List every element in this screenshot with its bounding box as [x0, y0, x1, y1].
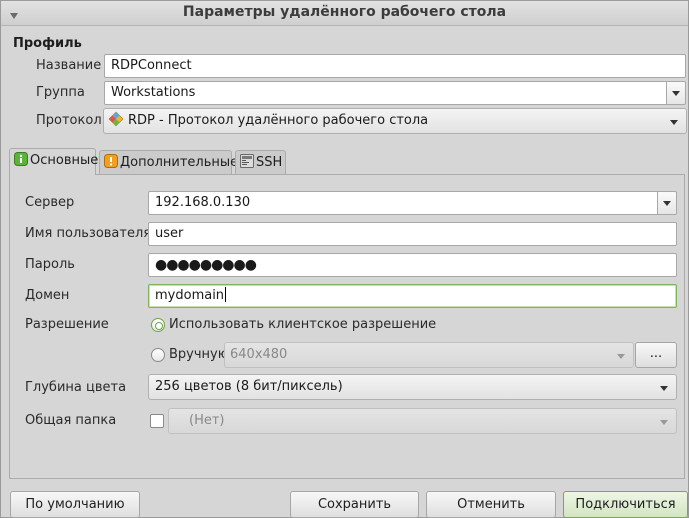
shared-folder-select[interactable]: (Нет)	[168, 408, 677, 434]
text-cursor	[225, 287, 227, 302]
color-depth-select[interactable]: 256 цветов (8 бит/пиксель)	[148, 374, 677, 400]
profile-section-title: Профиль	[13, 36, 82, 51]
protocol-select[interactable]: RDP - Протокол удалённого рабочего стола	[103, 108, 687, 134]
server-value: 192.168.0.130	[155, 195, 251, 210]
tab-ssh-label: SSH	[256, 155, 283, 170]
cancel-button[interactable]: Отменить	[426, 491, 556, 518]
chevron-down-icon	[660, 420, 668, 425]
resolution-client-label[interactable]: Использовать клиентское разрешение	[169, 317, 436, 332]
color-depth-label: Глубина цвета	[25, 380, 127, 395]
chevron-down-icon	[660, 386, 668, 391]
username-label: Имя пользователя	[25, 226, 152, 241]
username-field[interactable]: user	[148, 222, 677, 246]
tab-basic[interactable]: Основные	[9, 148, 99, 175]
info-icon	[14, 151, 28, 166]
tab-advanced[interactable]: Дополнительные	[99, 150, 238, 175]
resolution-manual-value: 640x480	[230, 347, 288, 362]
rdp-protocol-icon	[108, 111, 124, 127]
server-label: Сервер	[25, 195, 75, 210]
chevron-down-icon	[670, 120, 678, 125]
resolution-client-radio[interactable]	[151, 318, 165, 332]
resolution-manual-select[interactable]: 640x480	[224, 342, 634, 368]
group-label: Группа	[36, 85, 85, 100]
chevron-down-icon	[617, 354, 625, 359]
warning-icon	[104, 153, 118, 168]
group-combo[interactable]: Workstations	[104, 81, 686, 105]
group-value: Workstations	[111, 85, 196, 100]
domain-field[interactable]: mydomain	[148, 284, 677, 308]
resolution-more-button[interactable]: ...	[635, 342, 677, 368]
server-combo[interactable]: 192.168.0.130	[148, 191, 677, 215]
username-value: user	[155, 226, 184, 241]
shared-folder-label: Общая папка	[25, 413, 117, 428]
shared-folder-checkbox[interactable]	[150, 414, 164, 428]
tab-ssh[interactable]: SSH	[235, 150, 286, 175]
protocol-label: Протокол	[36, 113, 102, 128]
resolution-label: Разрешение	[25, 317, 109, 332]
name-label: Название	[36, 58, 102, 73]
name-field[interactable]: RDPConnect	[104, 54, 686, 78]
default-button[interactable]: По умолчанию	[10, 491, 140, 518]
server-dropdown-button[interactable]	[657, 192, 676, 214]
domain-label: Домен	[25, 288, 70, 303]
domain-value: mydomain	[155, 288, 225, 303]
password-label: Пароль	[25, 257, 75, 272]
color-depth-value: 256 цветов (8 бит/пиксель)	[155, 379, 343, 394]
resolution-manual-label[interactable]: Вручную	[169, 347, 229, 362]
protocol-value: RDP - Протокол удалённого рабочего стола	[128, 113, 429, 128]
title-bar: Параметры удалённого рабочего стола	[1, 1, 688, 26]
save-button[interactable]: Сохранить	[290, 491, 419, 518]
remote-desktop-settings-window: Параметры удалённого рабочего стола Проф…	[0, 0, 689, 518]
group-dropdown-button[interactable]	[666, 82, 685, 104]
name-value: RDPConnect	[111, 58, 192, 73]
tab-advanced-label: Дополнительные	[120, 155, 239, 170]
shared-folder-value: (Нет)	[189, 413, 225, 428]
password-mask: ●●●●●●●●●	[155, 257, 257, 273]
chevron-down-icon	[672, 91, 680, 96]
window-title: Параметры удалённого рабочего стола	[182, 4, 507, 20]
terminal-icon	[240, 153, 254, 168]
tab-basic-label: Основные	[30, 153, 99, 168]
password-field[interactable]: ●●●●●●●●●	[148, 253, 677, 277]
chevron-down-icon	[663, 201, 671, 206]
connect-button[interactable]: Подключиться	[563, 491, 688, 518]
resolution-manual-radio[interactable]	[151, 348, 165, 362]
